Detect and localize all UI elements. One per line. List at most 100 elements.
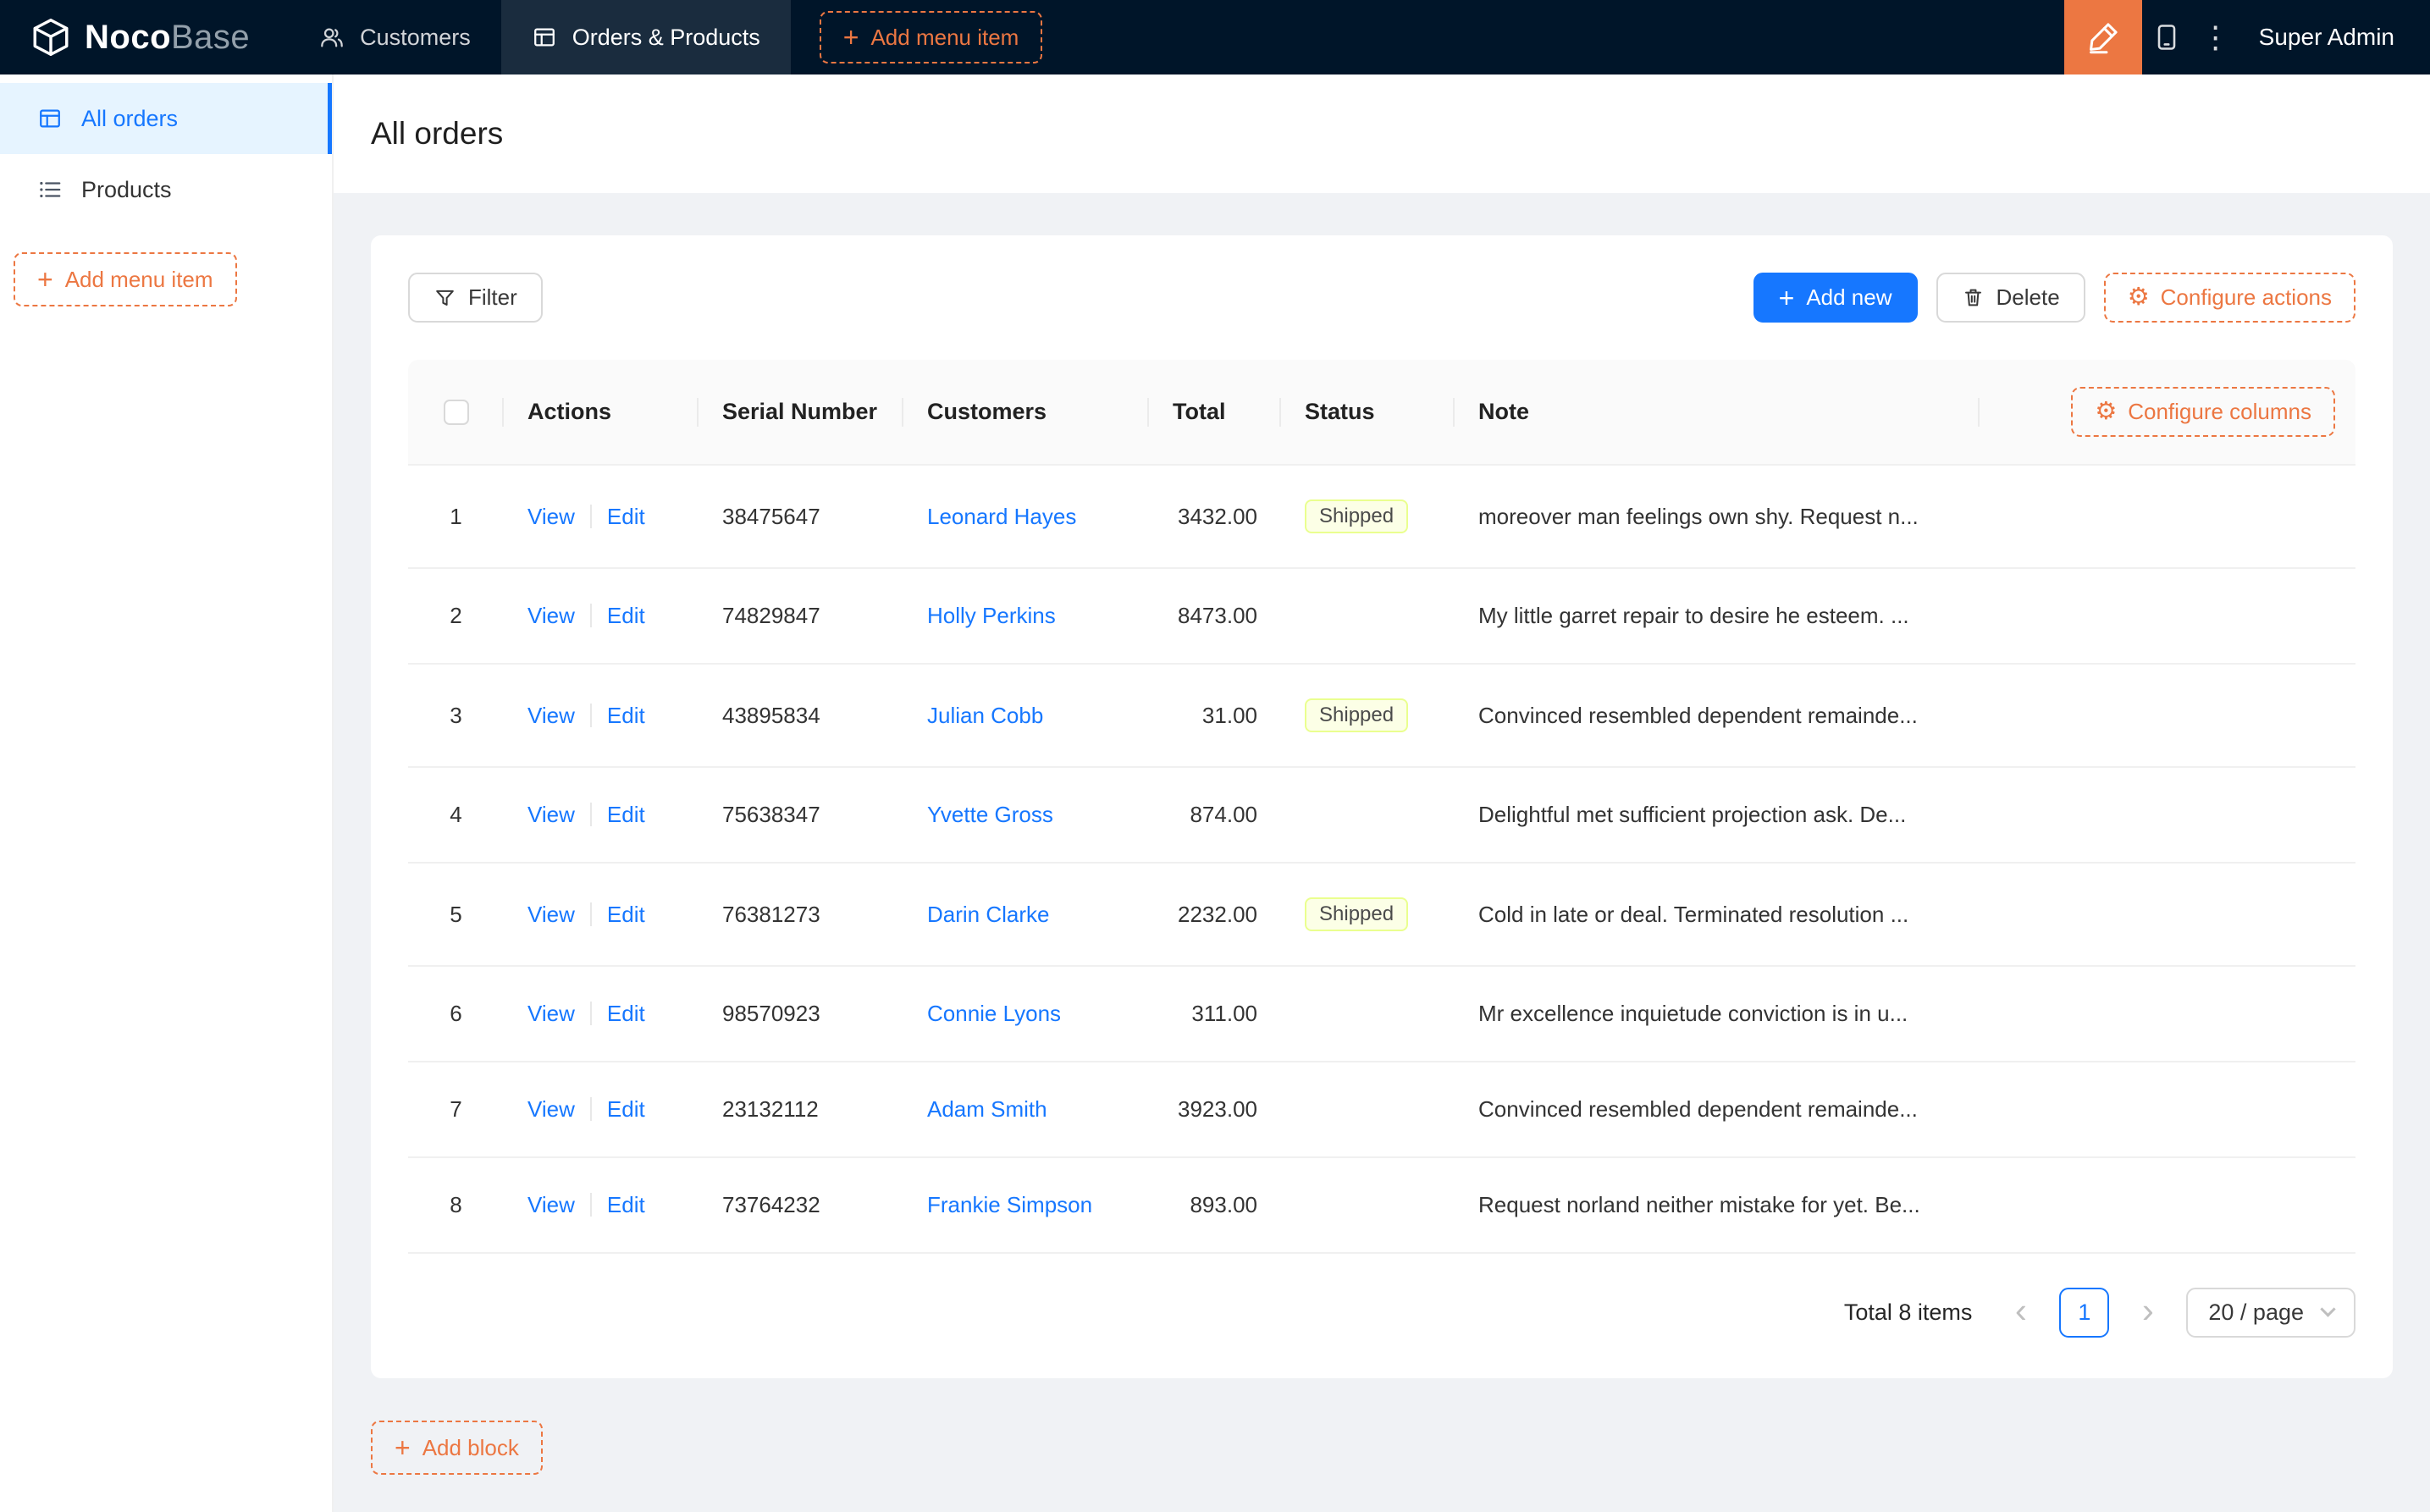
edit-link[interactable]: Edit bbox=[607, 504, 645, 529]
sidebar-item-label: Products bbox=[81, 176, 172, 202]
sidebar-add-menu-item-button[interactable]: + Add menu item bbox=[14, 252, 237, 306]
table-row: 2 View Edit 74829847 Holly Perkins 8473.0… bbox=[408, 568, 2355, 665]
view-link[interactable]: View bbox=[527, 1096, 575, 1122]
total-cell: 311.00 bbox=[1149, 966, 1281, 1062]
add-new-button[interactable]: + Add new bbox=[1753, 273, 1918, 323]
customer-link[interactable]: Adam Smith bbox=[927, 1096, 1047, 1122]
row-actions-cell: View Edit bbox=[504, 1062, 699, 1158]
delete-button[interactable]: Delete bbox=[1936, 273, 2085, 323]
more-menu-button[interactable]: ⋮ bbox=[2191, 0, 2240, 74]
customer-cell: Darin Clarke bbox=[903, 863, 1149, 967]
customer-link[interactable]: Yvette Gross bbox=[927, 802, 1053, 827]
edit-link[interactable]: Edit bbox=[607, 703, 645, 728]
pagination-prev-button[interactable]: ‹ bbox=[1996, 1288, 2046, 1338]
table-icon bbox=[40, 109, 60, 128]
edit-link[interactable]: Edit bbox=[607, 1001, 645, 1026]
column-header-total: Total bbox=[1149, 360, 1281, 466]
status-cell bbox=[1281, 1062, 1455, 1158]
column-header-status: Status bbox=[1281, 360, 1455, 466]
status-cell: Shipped bbox=[1281, 863, 1455, 967]
sidebar-item-all-orders[interactable]: All orders bbox=[0, 83, 332, 154]
plus-icon: + bbox=[1778, 282, 1795, 313]
row-actions-cell: View Edit bbox=[504, 966, 699, 1062]
serial-cell: 75638347 bbox=[699, 767, 903, 864]
nocobase-logo[interactable]: NocoBase bbox=[0, 0, 280, 74]
top-navbar: NocoBase Customers Orders & Products + A… bbox=[0, 0, 2430, 74]
customer-link[interactable]: Julian Cobb bbox=[927, 703, 1043, 728]
row-index: 8 bbox=[408, 1157, 504, 1254]
column-header-actions: Actions bbox=[504, 360, 699, 466]
filter-button[interactable]: Filter bbox=[408, 273, 543, 323]
nav-tab-label: Customers bbox=[360, 24, 471, 50]
gear-icon: ⚙ bbox=[2095, 398, 2118, 425]
serial-cell: 43895834 bbox=[699, 664, 903, 768]
pagination-next-button[interactable]: › bbox=[2123, 1288, 2173, 1338]
ui-editor-button[interactable] bbox=[2063, 0, 2142, 74]
customer-link[interactable]: Connie Lyons bbox=[927, 1001, 1061, 1026]
nav-tab-customers[interactable]: Customers bbox=[289, 0, 501, 74]
edit-link[interactable]: Edit bbox=[607, 603, 645, 628]
customer-link[interactable]: Darin Clarke bbox=[927, 902, 1050, 927]
nav-tab-orders-products[interactable]: Orders & Products bbox=[500, 0, 791, 74]
table-row: 4 View Edit 75638347 Yvette Gross 874.00 … bbox=[408, 767, 2355, 864]
main-area: All orders Filter + Add new Delete ⚙ Con… bbox=[334, 74, 2430, 1512]
pagination-total: Total 8 items bbox=[1843, 1300, 1973, 1325]
sidebar: All orders Products + Add menu item bbox=[0, 74, 334, 1512]
status-tag: Shipped bbox=[1305, 897, 1409, 931]
view-link[interactable]: View bbox=[527, 802, 575, 827]
configure-actions-button[interactable]: ⚙ Configure actions bbox=[2103, 273, 2355, 323]
table-row: 1 View Edit 38475647 Leonard Hayes 3432.0… bbox=[408, 465, 2355, 569]
row-index: 7 bbox=[408, 1062, 504, 1158]
total-cell: 31.00 bbox=[1149, 664, 1281, 768]
note-cell: My little garret repair to desire he est… bbox=[1455, 568, 1980, 665]
sidebar-item-products[interactable]: Products bbox=[0, 154, 332, 225]
status-cell: Shipped bbox=[1281, 465, 1455, 569]
row-actions-cell: View Edit bbox=[504, 664, 699, 768]
view-link[interactable]: View bbox=[527, 703, 575, 728]
list-icon bbox=[40, 181, 61, 198]
note-cell: Delightful met sufficient projection ask… bbox=[1455, 767, 1980, 864]
status-cell bbox=[1281, 767, 1455, 864]
view-link[interactable]: View bbox=[527, 504, 575, 529]
customer-link[interactable]: Holly Perkins bbox=[927, 603, 1056, 628]
navbar-add-menu-item-button[interactable]: + Add menu item bbox=[819, 11, 1043, 63]
table-row: 7 View Edit 23132112 Adam Smith 3923.00 C… bbox=[408, 1062, 2355, 1158]
edit-link[interactable]: Edit bbox=[607, 1192, 645, 1217]
edit-link[interactable]: Edit bbox=[607, 802, 645, 827]
note-cell: Convinced resembled dependent remainde..… bbox=[1455, 1062, 1980, 1158]
table-icon bbox=[533, 28, 555, 47]
chevron-left-icon: ‹ bbox=[2014, 1289, 2027, 1330]
tablet-icon bbox=[2157, 25, 2175, 50]
view-link[interactable]: View bbox=[527, 902, 575, 927]
sidebar-item-label: All orders bbox=[81, 105, 179, 131]
table-row: 8 View Edit 73764232 Frankie Simpson 893.… bbox=[408, 1157, 2355, 1254]
table-toolbar: Filter + Add new Delete ⚙ Configure acti… bbox=[408, 273, 2355, 323]
configure-columns-button[interactable]: ⚙ Configure columns bbox=[2071, 387, 2335, 437]
note-cell: Mr excellence inquietude conviction is i… bbox=[1455, 966, 1980, 1062]
orders-table-block: Filter + Add new Delete ⚙ Configure acti… bbox=[371, 235, 2393, 1378]
customer-link[interactable]: Frankie Simpson bbox=[927, 1192, 1092, 1217]
total-cell: 893.00 bbox=[1149, 1157, 1281, 1254]
edit-link[interactable]: Edit bbox=[607, 1096, 645, 1122]
row-index: 5 bbox=[408, 863, 504, 967]
page-header: All orders bbox=[334, 74, 2430, 193]
page-content: Filter + Add new Delete ⚙ Configure acti… bbox=[334, 193, 2430, 1512]
add-block-button[interactable]: + Add block bbox=[371, 1421, 543, 1475]
row-actions-cell: View Edit bbox=[504, 465, 699, 569]
user-menu[interactable]: Super Admin bbox=[2240, 24, 2430, 51]
edit-link[interactable]: Edit bbox=[607, 902, 645, 927]
customer-cell: Julian Cobb bbox=[903, 664, 1149, 768]
view-link[interactable]: View bbox=[527, 603, 575, 628]
vertical-divider bbox=[589, 1097, 592, 1121]
mobile-preview-button[interactable] bbox=[2142, 0, 2191, 74]
select-all-checkbox[interactable] bbox=[443, 400, 469, 426]
view-link[interactable]: View bbox=[527, 1192, 575, 1217]
customer-link[interactable]: Leonard Hayes bbox=[927, 504, 1076, 529]
view-link[interactable]: View bbox=[527, 1001, 575, 1026]
table-header-row: Actions Serial Number Customers Total St… bbox=[408, 360, 2355, 466]
pagination-page-1[interactable]: 1 bbox=[2059, 1288, 2110, 1338]
serial-cell: 74829847 bbox=[699, 568, 903, 665]
page-size-select[interactable]: 20 / page bbox=[2186, 1288, 2355, 1338]
serial-cell: 98570923 bbox=[699, 966, 903, 1062]
status-cell bbox=[1281, 568, 1455, 665]
